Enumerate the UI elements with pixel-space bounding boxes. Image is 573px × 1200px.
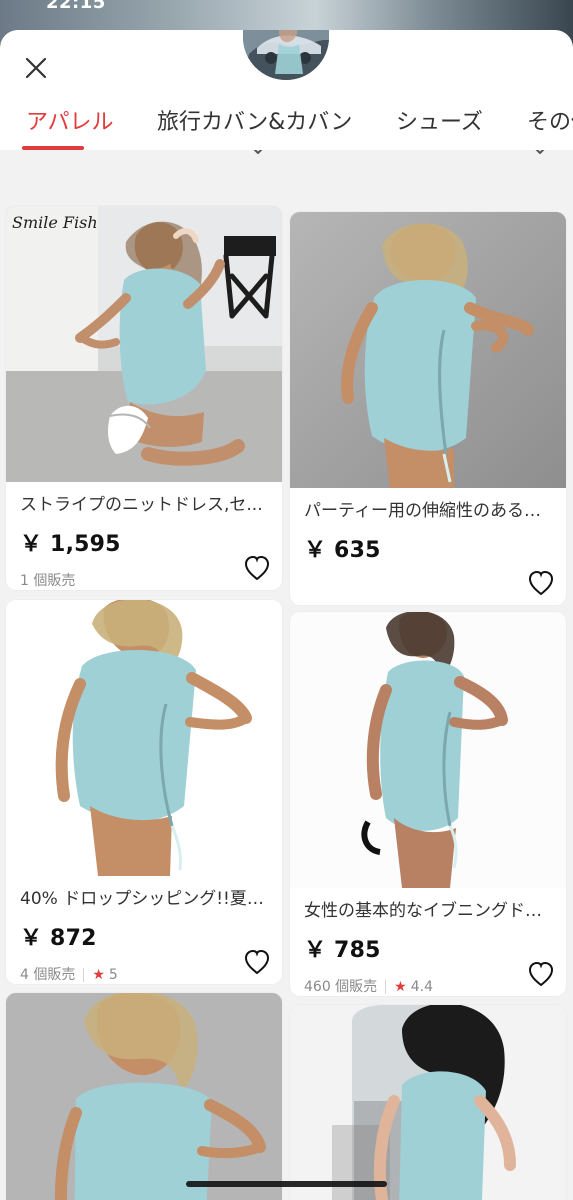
product-card[interactable] (290, 1005, 566, 1200)
favorite-button[interactable] (526, 960, 556, 988)
tab-travel-bags[interactable]: 旅行カバン&カバン (157, 104, 352, 136)
meta-separator (83, 968, 85, 982)
product-card[interactable]: Smile Fish ストライプのニットドレス,セ... ￥ 1,595 1 個… (6, 206, 282, 590)
product-meta: 460 個販売 ★ 4.4 (290, 974, 566, 996)
bottom-sheet: アパレル 旅行カバン&カバン シューズ その他 (0, 30, 573, 1200)
status-time: 22:15 (46, 0, 106, 13)
product-meta: 4 個販売 ★ 5 (6, 962, 282, 984)
star-icon: ★ (394, 979, 407, 995)
product-card[interactable] (6, 993, 282, 1200)
product-card[interactable]: パーティー用の伸縮性のあるリ... ￥ 635 (290, 212, 566, 605)
chevron-down-icon (248, 150, 268, 161)
sheet-header: アパレル 旅行カバン&カバン シューズ その他 (0, 30, 573, 150)
sold-count: 4 個販売 (20, 967, 76, 983)
star-icon: ★ (92, 967, 105, 983)
home-indicator (186, 1181, 387, 1187)
rating-value: 4.4 (410, 979, 433, 995)
product-title[interactable]: 40% ドロップシッピング!!夏の... (6, 888, 282, 910)
product-image[interactable] (6, 600, 282, 876)
heart-icon (244, 949, 270, 975)
product-price: ￥ 872 (20, 926, 97, 951)
heart-icon (244, 555, 270, 581)
close-button[interactable] (18, 50, 54, 86)
product-image[interactable] (290, 612, 566, 888)
close-icon (25, 57, 47, 79)
product-meta: 1 個販売 (6, 568, 282, 590)
product-card[interactable]: 女性の基本的なイブニングドレ... ￥ 785 460 個販売 ★ 4.4 (290, 612, 566, 996)
category-tabs: アパレル 旅行カバン&カバン シューズ その他 (0, 104, 573, 150)
favorite-button[interactable] (242, 948, 272, 976)
product-image[interactable] (290, 212, 566, 488)
sold-count: 1 個販売 (20, 573, 76, 589)
meta-separator (385, 980, 387, 994)
product-title[interactable]: ストライプのニットドレス,セ... (6, 494, 282, 516)
product-price: ￥ 635 (304, 538, 381, 563)
favorite-button[interactable] (526, 569, 556, 597)
product-title[interactable]: 女性の基本的なイブニングドレ... (290, 900, 566, 922)
rating-value: 5 (108, 967, 118, 983)
brand-logo: Smile Fish (12, 213, 98, 232)
heart-icon (528, 961, 554, 987)
tab-other[interactable]: その他 (527, 104, 573, 136)
favorite-button[interactable] (242, 554, 272, 582)
product-image[interactable] (290, 1005, 566, 1200)
product-price: ￥ 1,595 (20, 532, 121, 557)
chevron-down-icon (530, 150, 550, 161)
sold-count: 460 個販売 (304, 979, 378, 995)
product-image[interactable]: Smile Fish (6, 206, 282, 482)
product-meta (290, 574, 566, 600)
product-grid: Smile Fish ストライプのニットドレス,セ... ￥ 1,595 1 個… (0, 150, 573, 1200)
product-title[interactable]: パーティー用の伸縮性のあるリ... (290, 500, 566, 522)
product-image[interactable] (6, 993, 282, 1200)
tab-shoes[interactable]: シューズ (396, 104, 483, 136)
product-card[interactable]: 40% ドロップシッピング!!夏の... ￥ 872 4 個販売 ★ 5 (6, 600, 282, 984)
heart-icon (528, 570, 554, 596)
store-avatar[interactable] (243, 30, 329, 80)
product-price: ￥ 785 (304, 938, 381, 963)
tab-apparel[interactable]: アパレル (26, 104, 114, 136)
